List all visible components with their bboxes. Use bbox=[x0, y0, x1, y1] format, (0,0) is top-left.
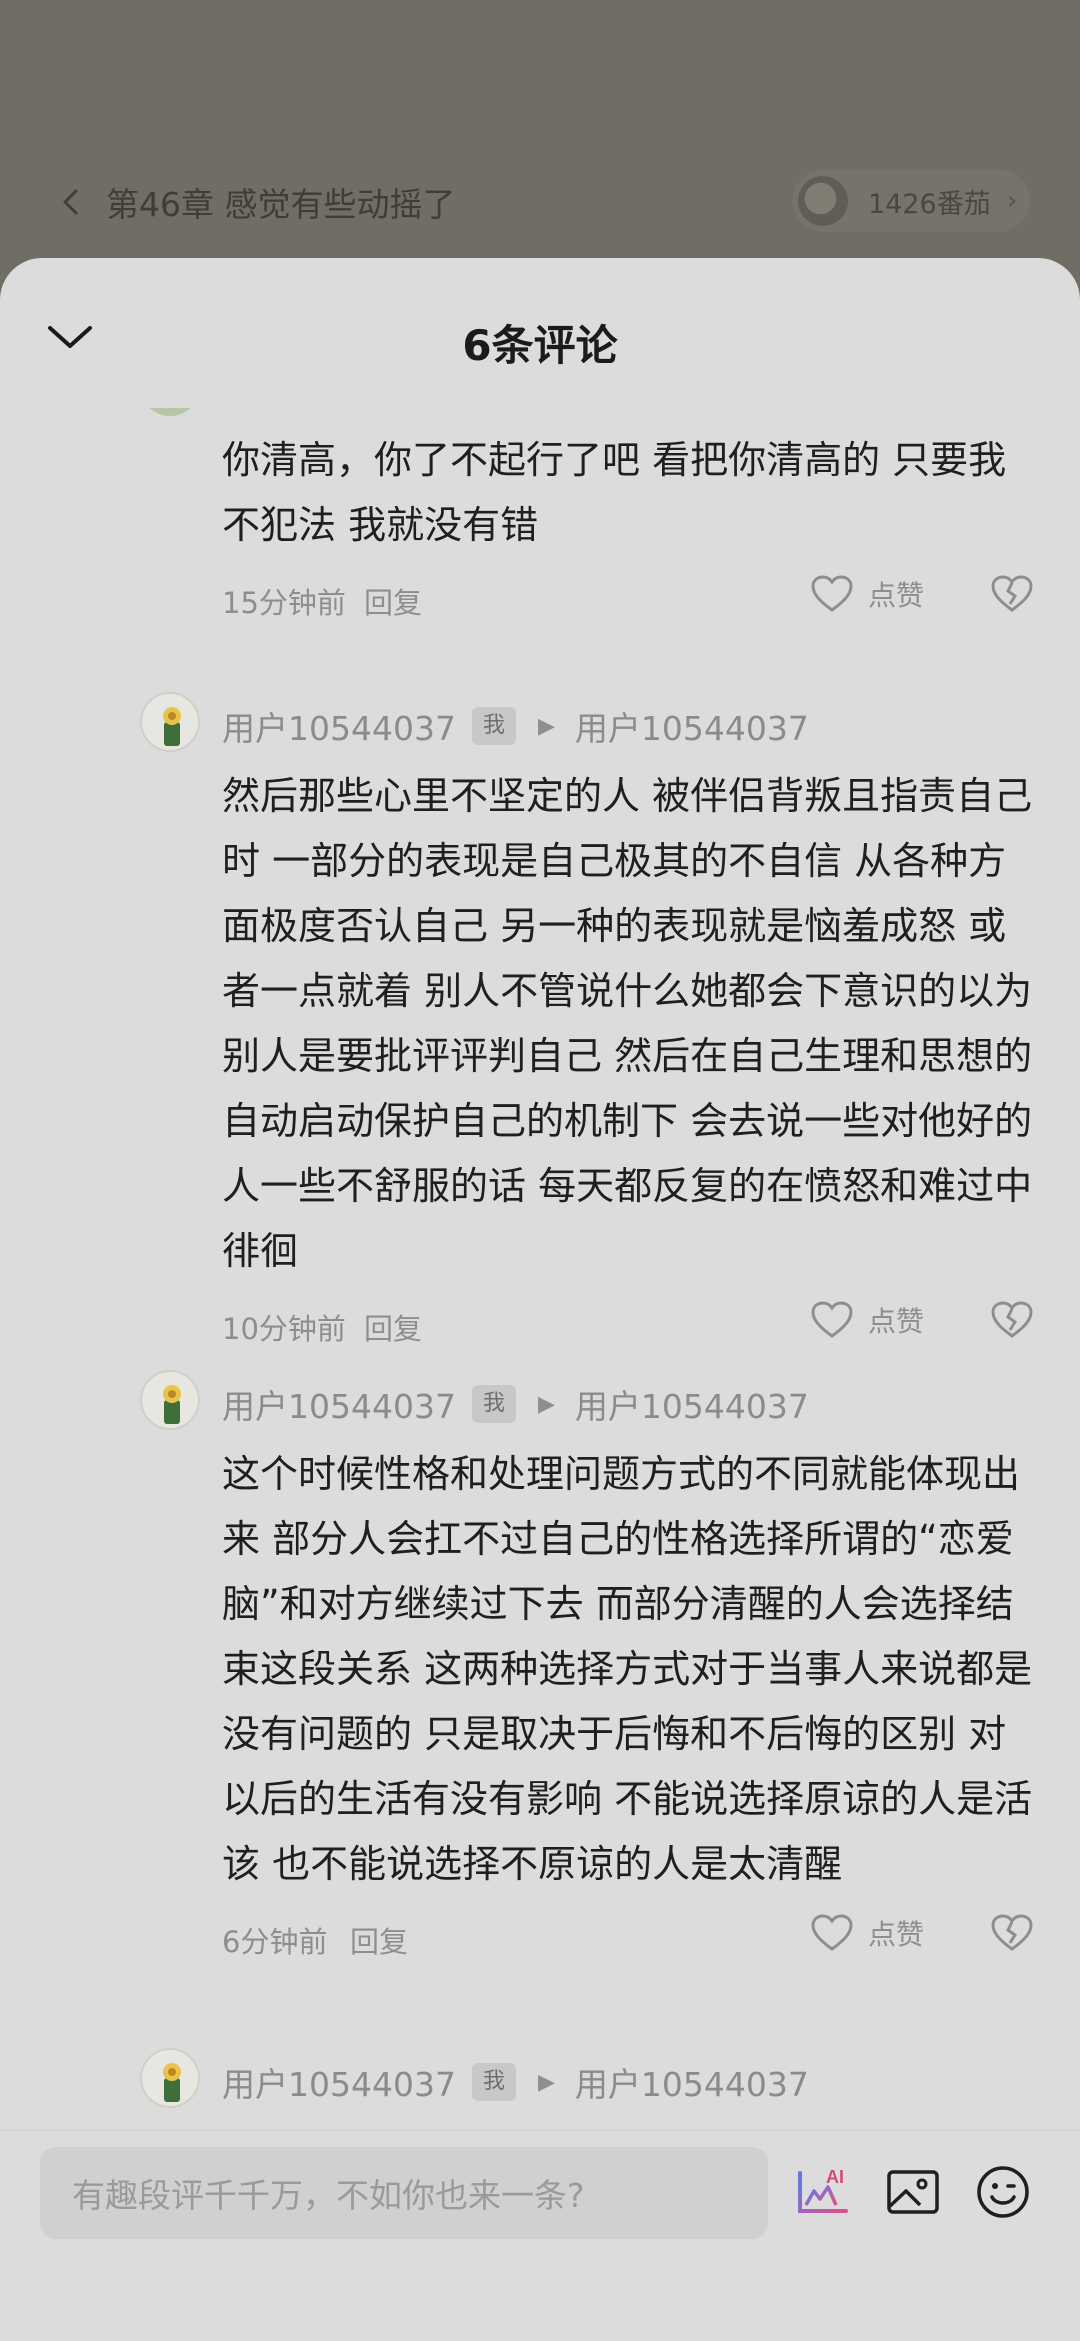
me-badge: 我 bbox=[471, 2063, 516, 2101]
page: 第46章 感觉有些动摇了 1426番茄 › 6条评论 你清高，你了不起行了吧 看… bbox=[0, 0, 1080, 2341]
like-label: 点赞 bbox=[868, 1918, 925, 1951]
comment-time: 10分钟前 bbox=[222, 1312, 346, 1346]
broken-heart-icon[interactable] bbox=[990, 574, 1034, 614]
avatar[interactable] bbox=[140, 692, 200, 752]
comment-item: 用户10544037 我 ▶ 用户10544037 这个时候性格和处理问题方式的… bbox=[0, 1368, 1080, 1987]
comment-text: 你清高，你了不起行了吧 看把你清高的 只要我不犯法 我就没有错 bbox=[222, 438, 1007, 547]
me-badge: 我 bbox=[471, 1385, 516, 1423]
comment-header: 用户10544037 我 ▶ 用户10544037 bbox=[0, 2046, 1080, 2116]
reply-to-username[interactable]: 用户10544037 bbox=[575, 1380, 809, 1428]
ai-icon[interactable]: AI bbox=[796, 2165, 852, 2217]
sheet-header: 6条评论 bbox=[0, 258, 1080, 408]
chevron-right-icon: › bbox=[1006, 186, 1018, 216]
username[interactable]: 用户10544037 bbox=[222, 702, 456, 750]
image-icon[interactable] bbox=[886, 2167, 940, 2217]
input-placeholder: 有趣段评千千万，不如你也来一条? bbox=[72, 2176, 585, 2215]
comments-sheet: 6条评论 你清高，你了不起行了吧 看把你清高的 只要我不犯法 我就没有错 15分… bbox=[0, 258, 1080, 2341]
broken-heart-icon[interactable] bbox=[990, 1913, 1034, 1953]
username[interactable]: 用户10544037 bbox=[222, 1380, 456, 1428]
comment-footer: 6分钟前 回复 点赞 bbox=[0, 1897, 1080, 1987]
comment-time: 15分钟前 bbox=[222, 586, 346, 620]
comment-footer: 15分钟前 回复 点赞 bbox=[0, 558, 1080, 648]
reply-to-username[interactable]: 用户10544037 bbox=[575, 2058, 809, 2106]
emoji-icon[interactable] bbox=[976, 2165, 1030, 2219]
heart-icon bbox=[811, 1301, 853, 1338]
dimmed-reader-background: 第46章 感觉有些动摇了 1426番茄 › bbox=[0, 0, 1080, 300]
username[interactable]: 用户10544037 bbox=[222, 2058, 456, 2106]
me-badge: 我 bbox=[471, 707, 516, 745]
like-button[interactable]: 点赞 bbox=[810, 1913, 924, 1953]
reply-button[interactable]: 回复 bbox=[364, 1306, 422, 1348]
broken-heart-icon[interactable] bbox=[990, 1300, 1034, 1340]
svg-text:AI: AI bbox=[826, 2167, 844, 2187]
comment-item: 用户10544037 我 ▶ 用户10544037 然后那些心里不坚定的人 被伴… bbox=[0, 690, 1080, 1374]
reply-to-username[interactable]: 用户10544037 bbox=[575, 702, 809, 750]
comment-user-row: 用户10544037 我 ▶ 用户10544037 bbox=[222, 702, 809, 750]
coin-balance-button[interactable]: 1426番茄 › bbox=[792, 170, 1030, 232]
like-button[interactable]: 点赞 bbox=[810, 1300, 924, 1340]
sheet-title: 6条评论 bbox=[462, 321, 618, 370]
comment-footer: 10分钟前 回复 点赞 bbox=[0, 1284, 1080, 1374]
comment-input[interactable]: 有趣段评千千万，不如你也来一条? bbox=[40, 2147, 768, 2239]
tomato-coin-icon bbox=[798, 176, 848, 226]
avatar[interactable] bbox=[140, 2048, 200, 2108]
coin-count: 1426番茄 bbox=[868, 188, 991, 220]
heart-icon bbox=[811, 575, 853, 612]
comment-item: 你清高，你了不起行了吧 看把你清高的 只要我不犯法 我就没有错 15分钟前 回复… bbox=[0, 408, 1080, 648]
reply-button[interactable]: 回复 bbox=[350, 1919, 408, 1961]
like-label: 点赞 bbox=[868, 1305, 925, 1338]
heart-icon bbox=[811, 1914, 853, 1951]
comment-header: 用户10544037 我 ▶ 用户10544037 bbox=[0, 690, 1080, 760]
comment-time: 6分钟前 bbox=[222, 1925, 328, 1959]
comment-user-row: 用户10544037 我 ▶ 用户10544037 bbox=[222, 2058, 809, 2106]
reply-arrow-icon: ▶ bbox=[537, 713, 555, 739]
chapter-title: 第46章 感觉有些动摇了 bbox=[106, 185, 456, 224]
comment-user-row: 用户10544037 我 ▶ 用户10544037 bbox=[222, 1380, 809, 1428]
avatar[interactable] bbox=[140, 1370, 200, 1430]
like-button[interactable]: 点赞 bbox=[810, 574, 924, 614]
chapter-title-bar[interactable]: 第46章 感觉有些动摇了 bbox=[56, 172, 455, 232]
comment-header: 用户10544037 我 ▶ 用户10544037 bbox=[0, 1368, 1080, 1438]
comment-text: 这个时候性格和处理问题方式的不同就能体现出来 部分人会扛不过自己的性格选择所谓的… bbox=[222, 1452, 1033, 1886]
like-label: 点赞 bbox=[868, 579, 925, 612]
comment-item: 用户10544037 我 ▶ 用户10544037 只是他们各自的选择最后只是他… bbox=[0, 2046, 1080, 2138]
reply-arrow-icon: ▶ bbox=[537, 1391, 555, 1417]
chevron-left-icon bbox=[63, 189, 78, 215]
comment-text: 然后那些心里不坚定的人 被伴侣背叛且指责自己时 一部分的表现是自己极其的不自信 … bbox=[222, 774, 1033, 1273]
comment-list[interactable]: 你清高，你了不起行了吧 看把你清高的 只要我不犯法 我就没有错 15分钟前 回复… bbox=[0, 408, 1080, 2138]
reply-button[interactable]: 回复 bbox=[364, 580, 422, 622]
comment-input-bar: 有趣段评千千万，不如你也来一条? AI bbox=[0, 2130, 1080, 2341]
reply-arrow-icon: ▶ bbox=[537, 2069, 555, 2095]
